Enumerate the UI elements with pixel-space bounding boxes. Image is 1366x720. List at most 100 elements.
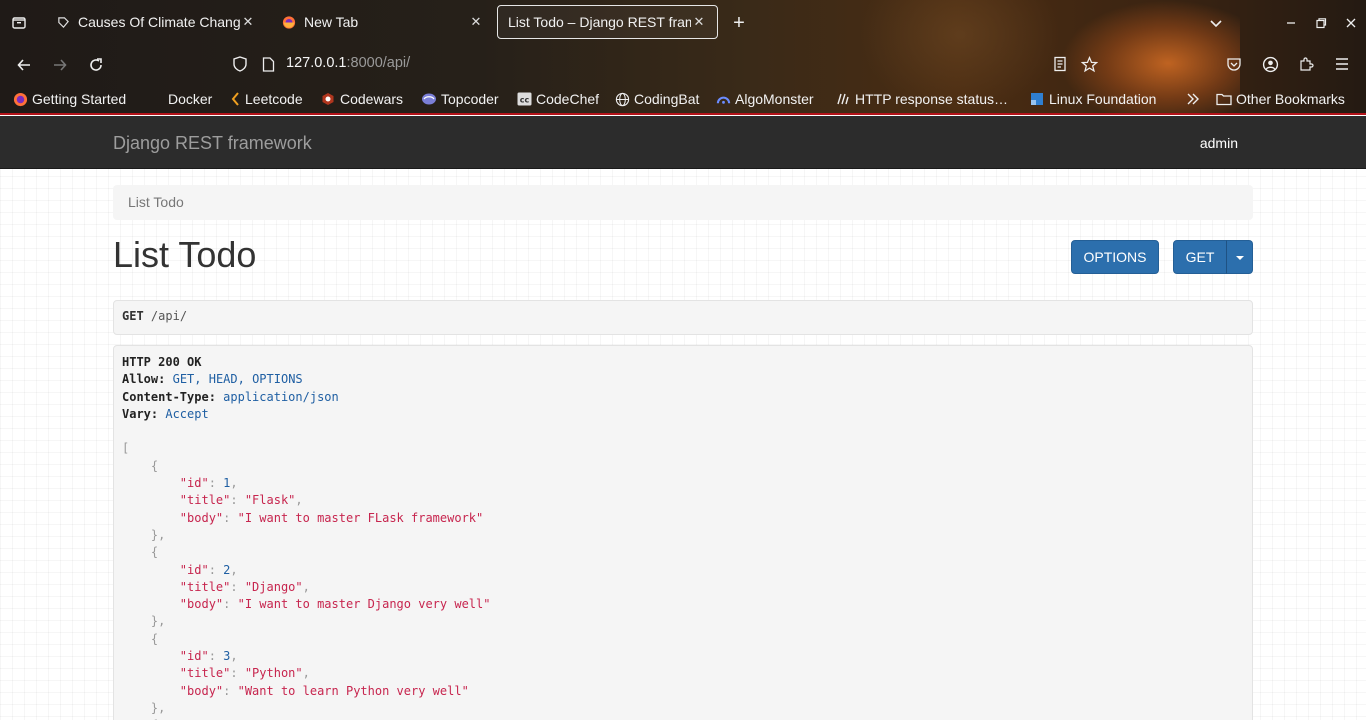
json-key: "id": [179, 649, 209, 664]
drf-navbar: Django REST framework admin: [0, 116, 1366, 169]
options-button[interactable]: OPTIONS: [1071, 240, 1159, 274]
tab-title: Causes Of Climate Chang: [78, 14, 240, 30]
firefox-icon: [12, 91, 28, 107]
reader-view-icon[interactable]: [1050, 54, 1070, 74]
codechef-icon: cc: [516, 91, 532, 107]
bookmark-label: Docker: [168, 91, 213, 107]
bookmark-label: Topcoder: [441, 91, 499, 107]
todo-body: "I want to master Django very well": [237, 597, 491, 612]
tab-title: List Todo – Django REST fram: [508, 14, 691, 30]
bookmark-docker[interactable]: Docker: [168, 87, 212, 111]
bookmark-label: AlgoMonster: [735, 91, 814, 107]
bookmark-getting-started[interactable]: Getting Started: [12, 87, 126, 111]
minimize-icon[interactable]: [1280, 12, 1302, 34]
pocket-icon[interactable]: [1224, 54, 1244, 74]
bookmark-label: Linux Foundation: [1049, 91, 1157, 107]
bookmark-label: Other Bookmarks: [1236, 91, 1345, 107]
codewars-icon: [320, 91, 336, 107]
todo-body: "I want to master FLask framework": [237, 510, 484, 525]
reload-icon[interactable]: [84, 53, 108, 77]
url-rest: :8000/api/: [346, 55, 411, 71]
tab-climate[interactable]: Causes Of Climate Chang ✕: [46, 5, 266, 39]
response-status: HTTP 200 OK: [122, 355, 202, 369]
bookmark-codewars[interactable]: Codewars: [320, 87, 403, 111]
bookmark-label: CodeChef: [536, 91, 600, 107]
user-menu[interactable]: admin: [1200, 135, 1238, 151]
bookmark-http-status[interactable]: HTTP response status…: [835, 87, 1008, 111]
menu-icon[interactable]: [1332, 54, 1352, 74]
bookmark-label: HTTP response status…: [855, 91, 1009, 107]
close-icon[interactable]: ✕: [240, 14, 256, 30]
url-host: 127.0.0.1: [286, 55, 347, 71]
bookmark-leetcode[interactable]: Leetcode: [231, 87, 303, 111]
algomonster-icon: [715, 91, 731, 107]
request-method: GET: [122, 309, 144, 323]
todo-title: "Python": [244, 666, 303, 681]
chevron-double-right-icon[interactable]: [1185, 87, 1201, 111]
url-field[interactable]: 127.0.0.1:8000/api/: [286, 55, 410, 71]
bookmark-algomonster[interactable]: AlgoMonster: [715, 87, 814, 111]
chevron-down-icon[interactable]: [1205, 12, 1227, 34]
header-value: GET, HEAD, OPTIONS: [172, 372, 303, 387]
request-path: /api/: [150, 309, 188, 323]
forward-icon[interactable]: [48, 53, 72, 77]
todo-title: "Django": [244, 579, 303, 594]
page-icon[interactable]: [258, 54, 278, 74]
response-info: HTTP 200 OK Allow: GET, HEAD, OPTIONS Co…: [113, 345, 1253, 720]
restore-icon[interactable]: [1310, 12, 1332, 34]
browser-accent-line: [0, 113, 1366, 115]
globe-icon: [614, 91, 630, 107]
json-key: "body": [179, 683, 224, 698]
header-value: Accept: [165, 406, 209, 421]
header-value: application/json: [223, 389, 339, 404]
json-key: "title": [179, 666, 231, 681]
star-icon[interactable]: [1079, 54, 1099, 74]
bookmark-label: CodingBat: [634, 91, 700, 107]
browser-chrome: Causes Of Climate Chang ✕ New Tab ✕ List…: [0, 0, 1366, 115]
json-key: "title": [179, 579, 231, 594]
topcoder-icon: [421, 91, 437, 107]
bookmark-topcoder[interactable]: Topcoder: [421, 87, 499, 111]
extensions-icon[interactable]: [1296, 54, 1316, 74]
json-key: "id": [179, 476, 209, 491]
json-key: "title": [179, 493, 231, 508]
todo-body: "Want to learn Python very well": [237, 683, 469, 698]
account-icon[interactable]: [1260, 54, 1280, 74]
bookmark-codechef[interactable]: cc CodeChef: [516, 87, 599, 111]
tab-list-todo[interactable]: List Todo – Django REST fram ✕: [497, 5, 718, 39]
bookmark-linux-foundation[interactable]: Linux Foundation: [1029, 87, 1156, 111]
todo-title: "Flask": [244, 493, 296, 508]
new-tab-icon[interactable]: +: [728, 12, 750, 34]
close-icon[interactable]: ✕: [691, 14, 707, 30]
linux-foundation-icon: [1029, 91, 1045, 107]
bookmark-codingbat[interactable]: CodingBat: [614, 87, 699, 111]
firefox-icon: [282, 15, 296, 29]
folder-icon: [1216, 91, 1232, 107]
breadcrumb-item[interactable]: List Todo: [128, 194, 184, 210]
tab-bar: Causes Of Climate Chang ✕ New Tab ✕ List…: [0, 0, 1366, 44]
get-button[interactable]: GET: [1173, 240, 1227, 274]
tab-new[interactable]: New Tab ✕: [272, 5, 494, 39]
bookmark-label: Getting Started: [32, 91, 127, 107]
json-key: "body": [179, 510, 224, 525]
header-name: Allow:: [122, 372, 166, 387]
back-icon[interactable]: [12, 53, 36, 77]
bookmarks-toolbar: Getting Started Docker Leetcode Codewars…: [0, 87, 1366, 111]
bookmark-other[interactable]: Other Bookmarks: [1216, 87, 1345, 111]
format-dropdown-toggle[interactable]: [1226, 240, 1253, 274]
header-name: Content-Type:: [122, 389, 216, 404]
tab-title: New Tab: [304, 14, 359, 30]
drf-page: Django REST framework admin List Todo Li…: [0, 116, 1366, 720]
tab-list-icon[interactable]: [8, 11, 30, 33]
mdn-icon: [835, 91, 851, 107]
brand-link[interactable]: Django REST framework: [113, 133, 312, 154]
close-window-icon[interactable]: [1340, 12, 1362, 34]
breadcrumb: List Todo: [113, 185, 1253, 220]
shield-icon[interactable]: [230, 54, 250, 74]
close-icon[interactable]: ✕: [468, 14, 484, 30]
json-key: "body": [179, 597, 224, 612]
bookmark-label: Codewars: [340, 91, 404, 107]
json-key: "id": [179, 562, 209, 577]
header-name: Vary:: [122, 406, 159, 421]
page-title: List Todo: [113, 234, 257, 275]
